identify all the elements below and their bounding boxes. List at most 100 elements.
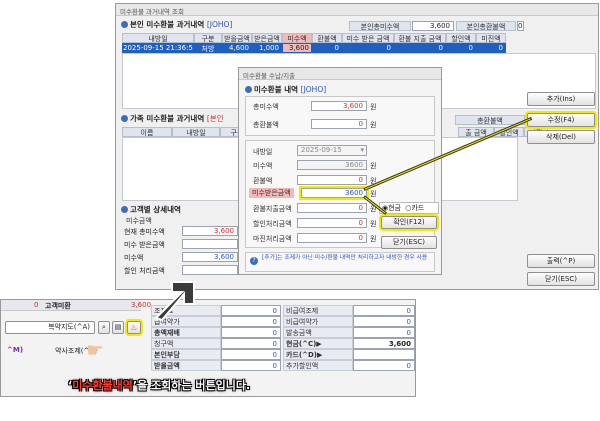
table1-cell: 처방 <box>194 43 222 53</box>
unit-label: 원 <box>370 190 377 198</box>
amount-label: 총액재배 <box>151 327 221 338</box>
table1-header-cell: 내방일 <box>122 33 194 43</box>
delete-button[interactable]: 삭제(Del) <box>527 130 595 144</box>
table1-header-cell: 할인액 <box>446 33 476 43</box>
unpaid-group-label: 미수금액 <box>126 217 152 225</box>
amount-value: 0 <box>353 305 415 316</box>
own-total-unpaid-value: 3,600 <box>412 21 454 31</box>
close-button[interactable]: 닫기(ESC) <box>527 272 595 286</box>
caption-highlight: 미수환불내역 <box>72 379 133 392</box>
detail-value <box>182 239 238 249</box>
section1-title: 본인 미수환불 과거내역 [JOHO] <box>121 19 232 30</box>
table1-header-cell: 미진액 <box>476 33 506 43</box>
table2-header-cell: 내방일 <box>172 127 220 137</box>
customer-count: 0 <box>34 301 39 309</box>
amount-label: 비급여약가 <box>283 316 353 327</box>
table1-cell: 0 <box>312 43 342 53</box>
refund-field[interactable]: 0 <box>297 175 367 185</box>
pointing-hand-icon: ☛ <box>86 338 104 362</box>
total-refund-label: 총환불액 <box>253 121 279 129</box>
unit-label: 원 <box>370 235 377 243</box>
payment-method-group: ◉현금 ○카드 <box>379 202 439 214</box>
total-unpaid-value: 3,600 <box>311 101 367 111</box>
table1-header-cell: 환불액 <box>312 33 342 43</box>
section3-title: 고객별 상세내역 <box>121 204 181 215</box>
caption: ‘미수환불내역’을 조회하는 버튼입니다. <box>68 379 251 392</box>
dialog-section-title: 미수환불 내역 [JOHO] <box>245 84 326 95</box>
print-icon-button[interactable]: ▤ <box>112 321 124 334</box>
amount-value: 0 <box>353 360 415 371</box>
table1-cell: 3,600 <box>282 43 312 53</box>
customer-label: 고객미환 <box>45 302 71 310</box>
detail-label: 미수액 <box>124 254 144 262</box>
amount-label: 추가할인액 <box>283 360 353 371</box>
detail-value: 3,600 <box>182 226 238 236</box>
amount-value: 0 <box>221 316 281 327</box>
section2-tag: [본인 <box>206 114 224 123</box>
search-button[interactable]: ⌕ <box>98 321 110 334</box>
main-window-title: 미수환불 과거내역 조회 <box>116 4 598 16</box>
refund-label: 환불액 <box>253 177 273 185</box>
refund-history-icon: ♨ <box>130 323 138 332</box>
amount-label: 비급여조제 <box>283 305 353 316</box>
print-button[interactable]: 출력(^P) <box>527 254 595 268</box>
section2-title: 가족 미수환불 과거내역 [본인 <box>121 113 224 124</box>
amount-value: 0 <box>353 316 415 327</box>
printer-icon: ▤ <box>114 323 122 331</box>
detail-row: 미수액 3,600 <box>124 252 240 263</box>
amount-label: 현금(^C)▶ <box>283 338 353 349</box>
refund-out-input[interactable]: 0 <box>297 203 367 213</box>
amount-value: 3,600 <box>353 338 415 349</box>
note-box: ? [추가]는 조제가 아닌 미수/환불 내역만 처리하고자 내방한 경우 사용 <box>245 252 435 272</box>
table1-header-cell: 미수액 <box>282 33 312 43</box>
amount-value: 0 <box>221 360 281 371</box>
note-text: [추가]는 조제가 아닌 미수/환불 내역만 처리하고자 내방한 경우 사용 <box>262 255 428 261</box>
medication-guide-dropdown[interactable]: 복약지도(^A) <box>5 321 95 334</box>
dialog-close-button[interactable]: 닫기(ESC) <box>381 236 437 249</box>
own-total-refund-value: 0 <box>517 21 524 31</box>
chevron-down-icon: ▾ <box>360 146 364 154</box>
detail-label: 현재 총미수액 <box>124 228 165 236</box>
amount-value: 0 <box>353 327 415 338</box>
table1-cell: 0 <box>394 43 446 53</box>
table1-header-cell: 구분 <box>194 33 222 43</box>
amount-label: 발송금액 <box>283 327 353 338</box>
section-bullet-icon <box>121 206 128 213</box>
search-icon: ⌕ <box>102 323 106 331</box>
section1-tag: [JOHO] <box>206 20 233 29</box>
unit-label: 원 <box>370 220 377 228</box>
customer-bar: 0 고객미환 3,600 <box>1 300 151 311</box>
visit-date-label: 내방일 <box>253 148 273 156</box>
side-label: ^M) <box>7 346 24 354</box>
unit-label: 원 <box>370 103 377 111</box>
amount-value: 0 <box>221 349 281 360</box>
table1-cell: 4,600 <box>222 43 252 53</box>
visit-date-field[interactable]: 2025-09-15 ▾ <box>297 145 367 156</box>
detail-row: 현재 총미수액 3,600 <box>124 226 240 237</box>
section-bullet-icon <box>121 21 128 28</box>
add-button[interactable]: 추가(Ins) <box>527 92 595 106</box>
table1-header-cell: 받을금액 <box>222 33 252 43</box>
amount-label: 카드(^D)▶ <box>283 349 353 360</box>
unpaid-field: 3600 <box>297 160 367 170</box>
received-amount-label: 미수받은금액 <box>249 188 294 198</box>
confirm-button[interactable]: 확인(F12) <box>379 214 439 231</box>
received-amount-input[interactable]: 3600 <box>299 186 369 200</box>
total-unpaid-label: 총미수액 <box>253 103 279 111</box>
edit-button[interactable]: 수정(F4) <box>525 111 597 129</box>
table1-cell: 0 <box>342 43 394 53</box>
unit-label: 원 <box>370 121 377 129</box>
table1-cell: 1,000 <box>252 43 282 53</box>
refund-out-label: 환불지출금액 <box>253 205 292 213</box>
total-refund-value: 0 <box>311 119 367 129</box>
section-bullet-icon <box>245 86 252 93</box>
discount-input[interactable]: 0 <box>297 218 367 228</box>
top-amount: 3,600 <box>131 301 152 309</box>
refund-history-button[interactable]: ♨ <box>125 319 143 336</box>
amount-label: 청구액 <box>151 338 221 349</box>
amount-label: 받을금액 <box>151 360 221 371</box>
amount-label: 본인부담 <box>151 349 221 360</box>
section-bullet-icon <box>121 115 128 122</box>
table1-header-cell: 받은금액 <box>252 33 282 43</box>
balance-input[interactable]: 0 <box>297 233 367 243</box>
